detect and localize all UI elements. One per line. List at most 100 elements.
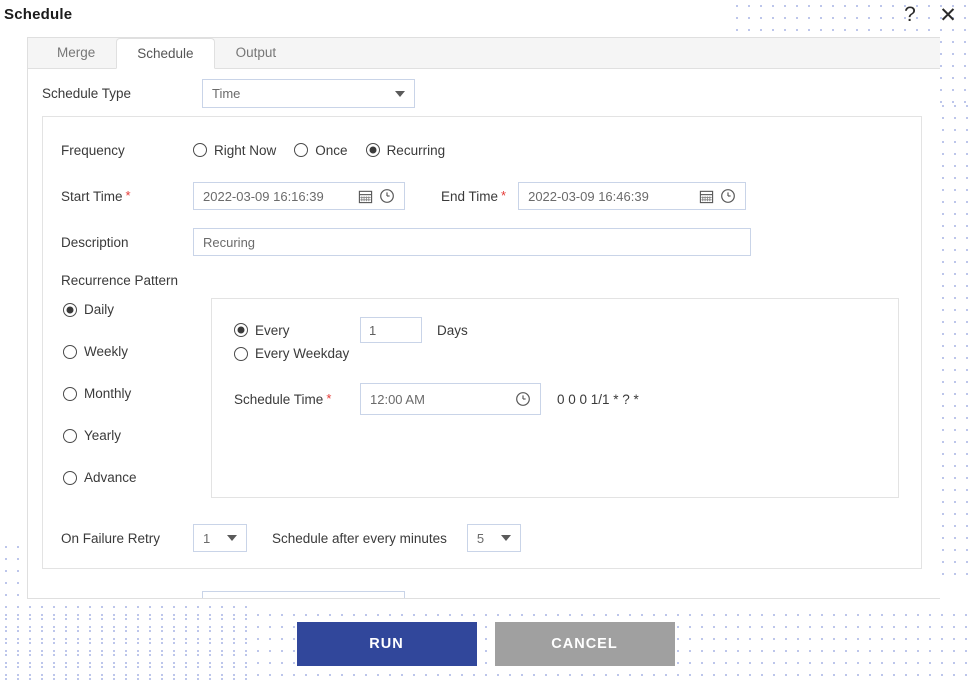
every-weekday-row: Every Weekday xyxy=(234,346,898,361)
frequency-radio-recurring[interactable]: Recurring xyxy=(365,142,446,158)
start-time-label: Start Time * xyxy=(61,189,193,204)
tab-output[interactable]: Output xyxy=(215,38,298,68)
retry-count-dropdown[interactable]: 1 xyxy=(193,524,247,552)
required-asterisk: * xyxy=(125,187,131,203)
clock-icon[interactable] xyxy=(379,188,395,204)
pattern-monthly-label: Monthly xyxy=(84,386,132,401)
radio-circle-selected-icon xyxy=(63,302,77,317)
radio-circle-icon xyxy=(234,346,248,361)
tab-bar: Merge Schedule Output xyxy=(28,38,940,69)
retry-minutes-dropdown[interactable]: 5 xyxy=(466,524,521,552)
required-asterisk: * xyxy=(326,390,332,406)
retry-interval-label: Schedule after every minutes xyxy=(272,530,447,546)
days-unit-label: Days xyxy=(437,322,468,338)
schedule-type-row: Schedule Type Time xyxy=(28,69,940,116)
share-checkbox[interactable] xyxy=(422,597,437,598)
chevron-down-icon xyxy=(500,535,511,541)
daily-radio-every[interactable]: Every xyxy=(234,323,360,338)
every-days-row: Every 1 Days xyxy=(234,317,898,343)
schedule-time-input[interactable]: 12:00 AM xyxy=(360,383,541,415)
tab-schedule[interactable]: Schedule xyxy=(116,38,215,69)
chevron-down-icon xyxy=(395,90,405,97)
frequency-once-label: Once xyxy=(315,142,348,158)
frequency-radio-once[interactable]: Once xyxy=(294,142,348,158)
frequency-recurring-label: Recurring xyxy=(386,142,446,158)
radio-circle-selected-icon xyxy=(234,323,248,337)
radio-circle-icon xyxy=(63,386,77,401)
schedule-type-value: Time xyxy=(212,86,241,101)
schedule-type-label: Schedule Type xyxy=(42,86,132,101)
calendar-icon[interactable] xyxy=(358,189,373,204)
dialog-footer: RUN CANCEL xyxy=(0,622,971,666)
description-row: Description Recuring xyxy=(43,227,921,257)
recurrence-pattern-options: Daily Weekly Monthly Yearly Advance xyxy=(43,298,211,512)
pattern-daily-label: Daily xyxy=(84,302,115,317)
pattern-radio-yearly[interactable]: Yearly xyxy=(63,428,211,443)
description-value: Recuring xyxy=(203,234,256,250)
end-time-value: 2022-03-09 16:46:39 xyxy=(528,188,649,204)
run-button[interactable]: RUN xyxy=(296,622,477,666)
radio-circle-icon xyxy=(63,428,77,443)
dialog-body: Merge Schedule Output Schedule Type Time… xyxy=(27,37,940,599)
clock-icon[interactable] xyxy=(720,188,736,204)
radio-circle-icon xyxy=(63,344,77,359)
retry-minutes-value: 5 xyxy=(476,530,485,546)
help-icon[interactable]: ? xyxy=(897,2,923,28)
calendar-icon[interactable] xyxy=(699,189,714,204)
pattern-radio-daily[interactable]: Daily xyxy=(63,302,211,317)
pattern-radio-weekly[interactable]: Weekly xyxy=(63,344,211,359)
description-label: Description xyxy=(61,234,129,250)
tab-schedule-label: Schedule xyxy=(137,46,194,61)
required-asterisk: * xyxy=(501,187,507,203)
radio-circle-icon xyxy=(294,143,309,157)
report-output-owner-row: Report output owner Demo Share xyxy=(28,589,940,599)
daily-pattern-detail-panel: Every 1 Days Every Weekday Schedule Time… xyxy=(211,298,899,498)
radio-circle-icon xyxy=(63,470,77,485)
description-input[interactable]: Recuring xyxy=(193,228,751,256)
recurrence-pattern-section: Daily Weekly Monthly Yearly Advance Ever… xyxy=(43,298,921,512)
share-checkbox-group[interactable]: Share xyxy=(422,597,482,599)
schedule-time-label-text: Schedule Time xyxy=(234,391,324,407)
report-output-owner-label: Report output owner xyxy=(42,598,202,599)
schedule-time-value: 12:00 AM xyxy=(370,391,425,407)
start-time-value: 2022-03-09 16:16:39 xyxy=(203,188,324,204)
radio-circle-icon xyxy=(193,143,207,157)
daily-radio-every-weekday[interactable]: Every Weekday xyxy=(234,346,349,361)
tab-merge[interactable]: Merge xyxy=(36,38,116,68)
start-time-label-text: Start Time xyxy=(61,188,123,204)
frequency-right-now-label: Right Now xyxy=(214,142,277,158)
schedule-settings-panel: Frequency Right Now Once Recurring Start… xyxy=(42,116,922,569)
cron-expression-text: 0 0 0 1/1 * ? * xyxy=(557,391,639,407)
start-time-input[interactable]: 2022-03-09 16:16:39 xyxy=(193,182,405,210)
end-time-input[interactable]: 2022-03-09 16:46:39 xyxy=(518,182,747,210)
pattern-radio-advance[interactable]: Advance xyxy=(63,470,211,485)
time-range-row: Start Time * 2022-03-09 16:16:39 End Time… xyxy=(43,179,921,213)
pattern-advance-label: Advance xyxy=(84,470,137,485)
schedule-type-dropdown[interactable]: Time xyxy=(202,79,415,108)
schedule-form: Schedule Type Time Frequency Right Now O… xyxy=(28,69,940,599)
page-title: Schedule xyxy=(4,6,73,23)
frequency-radio-right-now[interactable]: Right Now xyxy=(193,143,276,158)
daily-every-label: Every xyxy=(255,322,290,338)
frequency-label: Frequency xyxy=(61,142,125,158)
retry-label: On Failure Retry xyxy=(61,530,161,546)
pattern-yearly-label: Yearly xyxy=(84,428,122,443)
every-days-input[interactable]: 1 xyxy=(360,317,422,343)
chevron-down-icon xyxy=(227,535,237,541)
frequency-row: Frequency Right Now Once Recurring xyxy=(43,133,921,167)
radio-circle-selected-icon xyxy=(365,143,380,157)
report-output-owner-dropdown[interactable]: Demo xyxy=(202,590,405,599)
report-output-owner-value: Demo xyxy=(212,598,379,599)
pattern-weekly-label: Weekly xyxy=(84,344,129,359)
cancel-button[interactable]: CANCEL xyxy=(494,622,675,666)
every-days-value: 1 xyxy=(369,322,377,338)
pattern-radio-monthly[interactable]: Monthly xyxy=(63,386,211,401)
share-label: Share xyxy=(446,598,482,599)
retry-row: On Failure Retry 1 Schedule after every … xyxy=(43,522,921,554)
clock-icon[interactable] xyxy=(515,391,531,407)
end-time-label: End Time * xyxy=(441,189,506,204)
close-icon[interactable]: ✕ xyxy=(935,2,961,28)
end-time-label-text: End Time xyxy=(441,188,499,204)
tab-output-label: Output xyxy=(235,45,277,60)
schedule-time-label: Schedule Time * xyxy=(234,392,360,407)
